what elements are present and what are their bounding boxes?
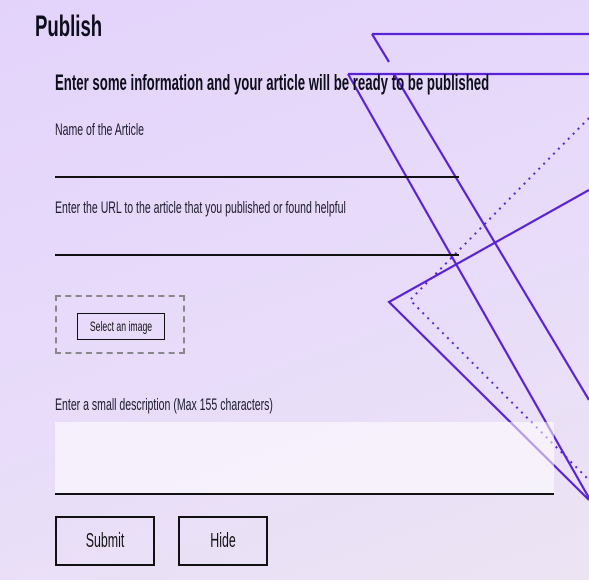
description-label: Enter a small description (Max 155 chara… [55,395,273,414]
hide-button-label: Hide [210,530,236,552]
article-name-label: Name of the Article [55,120,145,139]
article-url-input[interactable] [55,230,459,256]
article-url-label: Enter the URL to the article that you pu… [55,198,346,217]
form-heading: Enter some information and your article … [55,70,490,95]
submit-button[interactable]: Submit [55,516,155,566]
description-textarea[interactable] [55,422,554,495]
page-title: Publish [35,10,103,43]
submit-button-label: Submit [85,530,125,552]
hide-button[interactable]: Hide [178,516,268,566]
select-image-button-label: Select an image [89,318,153,334]
select-image-button[interactable]: Select an image [77,313,165,340]
article-name-input[interactable] [55,152,459,178]
